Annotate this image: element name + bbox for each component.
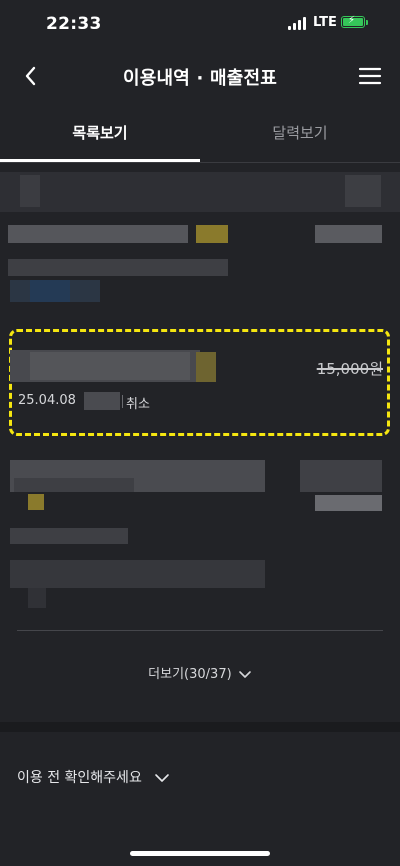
redacted-block bbox=[84, 392, 120, 410]
redacted-block bbox=[30, 352, 190, 380]
active-tab-indicator bbox=[0, 159, 200, 162]
notice-toggle[interactable]: 이용 전 확인해주세요 bbox=[17, 767, 170, 787]
chevron-down-icon bbox=[239, 670, 251, 678]
redacted-block bbox=[345, 175, 381, 207]
menu-button[interactable] bbox=[356, 62, 384, 90]
page-title: 이용내역 · 매출전표 bbox=[122, 68, 278, 89]
redacted-block bbox=[20, 175, 40, 207]
signal-strength-icon bbox=[288, 17, 308, 30]
home-indicator[interactable] bbox=[130, 851, 270, 856]
redacted-block bbox=[8, 259, 228, 276]
highlighted-transaction[interactable] bbox=[9, 329, 390, 436]
redacted-block bbox=[196, 352, 216, 382]
redacted-block bbox=[8, 225, 188, 243]
redacted-block bbox=[28, 588, 46, 608]
status-bar: 22:33 LTE ⚡ bbox=[0, 0, 400, 48]
section-separator bbox=[0, 722, 400, 732]
transaction-amount: 15,000원 bbox=[316, 360, 383, 378]
redacted-block bbox=[315, 495, 382, 511]
redacted-block bbox=[0, 172, 400, 212]
redacted-block bbox=[315, 225, 382, 243]
load-more-label: 더보기(30/37) bbox=[148, 667, 232, 682]
app-header: 이용내역 · 매출전표 bbox=[0, 48, 400, 104]
battery-tip bbox=[366, 20, 368, 25]
chevron-down-icon bbox=[155, 774, 170, 782]
transaction-date: 25.04.08 bbox=[18, 393, 76, 408]
tab-list-view[interactable]: 목록보기 bbox=[0, 122, 200, 143]
hamburger-menu-icon bbox=[358, 67, 382, 85]
redacted-block bbox=[196, 225, 228, 243]
tab-calendar-view[interactable]: 달력보기 bbox=[200, 122, 400, 143]
view-tabs: 목록보기 달력보기 bbox=[0, 104, 400, 163]
redacted-block bbox=[14, 478, 134, 492]
status-time: 22:33 bbox=[46, 14, 102, 34]
transaction-status: 취소 bbox=[126, 397, 150, 412]
redacted-block bbox=[10, 528, 128, 544]
redacted-block bbox=[10, 560, 265, 588]
redacted-block bbox=[30, 280, 70, 302]
redacted-block bbox=[300, 460, 382, 492]
redacted-block bbox=[28, 494, 44, 510]
battery-icon: ⚡ bbox=[341, 15, 365, 28]
list-divider bbox=[17, 630, 383, 631]
load-more-button[interactable]: 더보기(30/37) bbox=[0, 663, 400, 682]
network-type-label: LTE bbox=[313, 15, 337, 30]
status-separator bbox=[122, 395, 123, 408]
notice-label: 이용 전 확인해주세요 bbox=[17, 770, 142, 786]
